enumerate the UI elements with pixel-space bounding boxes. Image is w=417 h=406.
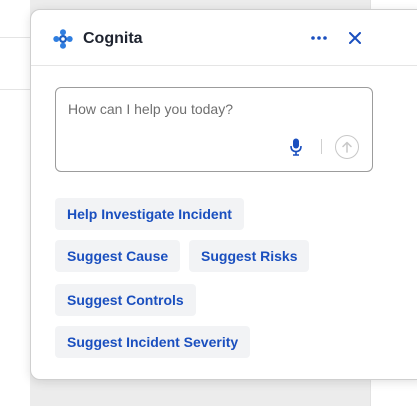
chat-input-placeholder[interactable]: How can I help you today? xyxy=(68,101,348,117)
send-button[interactable] xyxy=(335,135,359,159)
background-left-panel xyxy=(0,0,30,406)
send-arrow-icon xyxy=(342,141,352,153)
more-options-button[interactable] xyxy=(307,27,331,49)
microphone-icon[interactable] xyxy=(290,138,302,156)
suggestion-chip-suggest-risks[interactable]: Suggest Risks xyxy=(189,240,310,272)
close-icon xyxy=(349,32,361,44)
more-dots-icon xyxy=(311,36,327,40)
widget-header: Cognita xyxy=(31,10,417,66)
suggestion-chip-suggest-severity[interactable]: Suggest Incident Severity xyxy=(55,326,251,358)
suggestion-chip-suggest-cause[interactable]: Suggest Cause xyxy=(55,240,181,272)
cognita-logo-icon xyxy=(53,29,73,49)
assistant-widget: Cognita How can I help you today? Help I… xyxy=(30,9,417,380)
suggestion-chip-suggest-controls[interactable]: Suggest Controls xyxy=(55,284,196,316)
background-divider xyxy=(0,37,30,38)
suggestion-chip-help-investigate[interactable]: Help Investigate Incident xyxy=(55,198,244,230)
chat-input-box[interactable]: How can I help you today? xyxy=(55,87,373,172)
close-button[interactable] xyxy=(343,27,367,49)
background-divider xyxy=(0,89,30,90)
widget-title: Cognita xyxy=(83,30,143,47)
input-divider xyxy=(321,139,322,154)
